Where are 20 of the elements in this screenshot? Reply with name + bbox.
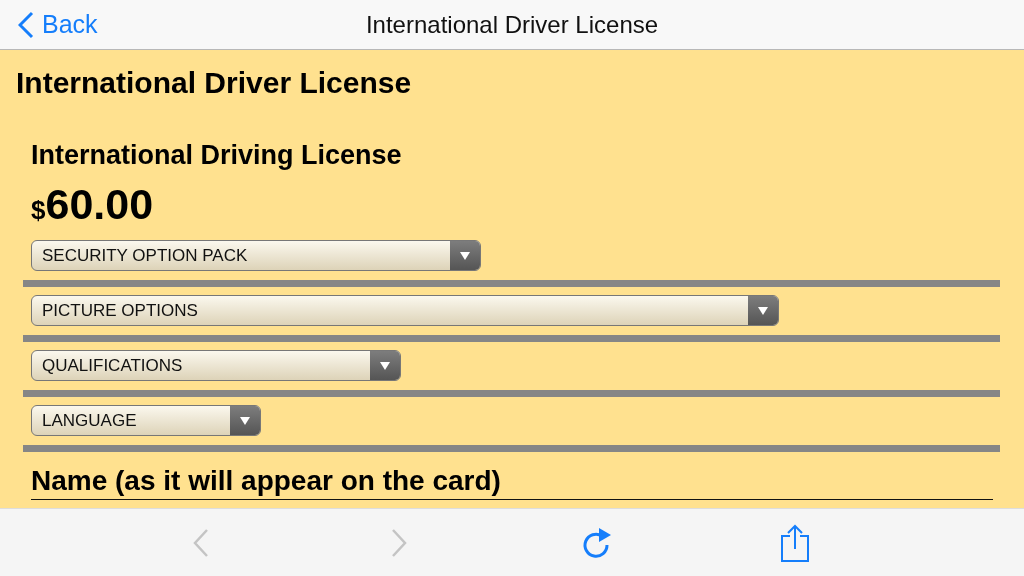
- back-button[interactable]: Back: [18, 10, 98, 39]
- page-title: International Driver License: [364, 10, 660, 39]
- caret-down-icon: [459, 250, 471, 261]
- caret-down-icon: [379, 360, 391, 371]
- currency-symbol: $: [31, 195, 46, 226]
- share-icon: [780, 523, 810, 562]
- product-name: International Driving License: [31, 139, 403, 172]
- price-amount: 60.00: [45, 180, 154, 229]
- option-dropdown[interactable]: SECURITY OPTION PACK: [31, 240, 481, 271]
- caret-down-icon: [239, 415, 251, 426]
- chevron-left-icon: [18, 10, 34, 39]
- name-heading: Name (as it will appear on the card): [31, 464, 993, 500]
- chevron-right-icon: [391, 527, 407, 558]
- option-dropdown[interactable]: LANGUAGE: [31, 405, 261, 436]
- option-dropdown[interactable]: PICTURE OPTIONS: [31, 295, 779, 326]
- chevron-left-icon: [193, 527, 209, 558]
- caret-down-icon: [757, 305, 769, 316]
- page-heading: International Driver License: [16, 65, 413, 101]
- option-dropdown[interactable]: QUALIFICATIONS: [31, 350, 401, 381]
- reload-icon: [582, 526, 612, 559]
